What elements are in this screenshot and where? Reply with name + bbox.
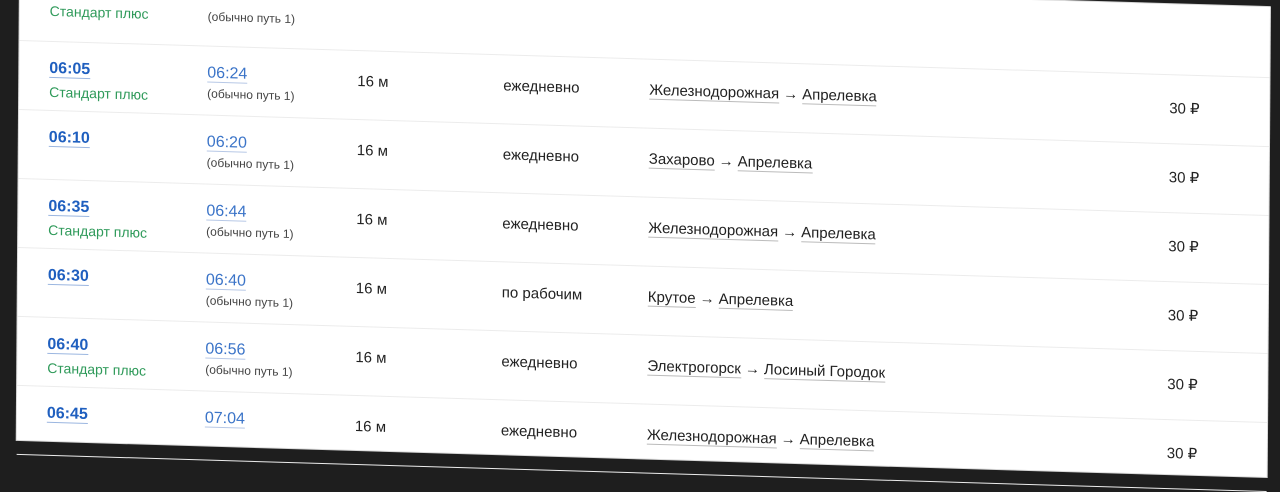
route-arrow: → [744, 360, 760, 378]
days-cell: ежедневно [502, 146, 580, 166]
train-type-label: Стандарт плюс [49, 83, 149, 103]
departure-time-link[interactable]: 06:10 [48, 128, 90, 149]
schedule-table: Стандарт плюс (обычно путь 1) 06:05 Стан… [16, 0, 1270, 492]
route-to-link[interactable]: Апрелевка [802, 86, 877, 107]
train-type-label: Стандарт плюс [49, 2, 149, 22]
departure-time-link[interactable]: 06:45 [46, 404, 88, 425]
days-cell: ежедневно [503, 77, 580, 97]
days-cell: ежедневно [500, 422, 578, 442]
route-from-link[interactable]: Крутое [647, 288, 696, 309]
arrival-cell: 07:04 [204, 409, 246, 432]
route-to-link[interactable]: Апрелевка [801, 224, 876, 245]
arrival-time-link[interactable]: 06:20 [206, 133, 247, 153]
route-arrow: → [782, 223, 798, 242]
departure-time-link[interactable]: 06:35 [48, 197, 90, 218]
route-to-link[interactable]: Апрелевка [799, 431, 875, 452]
price-cell: 30 ₽ [1168, 238, 1199, 256]
arrival-cell: 06:40 (обычно путь 1) [205, 271, 294, 311]
price-cell: 30 ₽ [1167, 307, 1199, 325]
duration-cell: 16 м [355, 279, 388, 298]
departure-cell: 06:10 [48, 128, 90, 154]
route-from-link[interactable]: Железнодорожная [649, 81, 780, 104]
train-type-label: Стандарт плюс [48, 221, 148, 241]
departure-cell: 06:30 [47, 266, 89, 292]
duration-cell: 16 м [354, 417, 387, 436]
duration-cell: 16 м [357, 73, 389, 91]
days-cell: ежедневно [501, 353, 578, 373]
arrival-time-link[interactable]: 06:24 [207, 64, 248, 84]
duration-cell: 16 м [355, 348, 387, 367]
arrival-time-link[interactable]: 06:40 [205, 271, 246, 291]
arrival-note-cell: (обычно путь 1) [208, 6, 295, 27]
departure-cell: 06:45 [46, 404, 88, 430]
arrival-cell: 06:20 (обычно путь 1) [206, 133, 295, 173]
route-cell: Железнодорожная → Апрелевка [646, 426, 875, 452]
departure-cell: 06:40 Стандарт плюс [47, 335, 147, 379]
route-to-link[interactable]: Апрелевка [737, 153, 813, 174]
days-cell: по рабочим [501, 284, 583, 304]
arrival-time-link[interactable]: 06:56 [205, 340, 246, 360]
route-arrow: → [783, 85, 799, 104]
route-arrow: → [718, 152, 734, 171]
route-cell: Захарово → Апрелевка [648, 150, 813, 174]
price-cell: 30 ₽ [1168, 169, 1200, 187]
departure-time-link[interactable]: 06:30 [47, 266, 89, 287]
route-from-link[interactable]: Захарово [648, 150, 715, 171]
departure-time-link[interactable]: 06:40 [47, 335, 89, 356]
route-from-link[interactable]: Железнодорожная [648, 219, 779, 242]
platform-note: (обычно путь 1) [206, 224, 294, 242]
route-cell: Железнодорожная → Апрелевка [649, 81, 877, 107]
platform-note: (обычно путь 1) [207, 9, 296, 27]
duration-cell: 16 м [356, 210, 388, 229]
route-arrow: → [780, 430, 796, 449]
departure-time-link[interactable]: 06:05 [49, 59, 91, 80]
train-type-label [47, 429, 88, 430]
route-cell: Железнодорожная → Апрелевка [648, 219, 876, 245]
days-cell: ежедневно [502, 215, 579, 235]
route-cell: Электрогорск → Лосиный Городок [647, 357, 886, 383]
route-arrow: → [699, 290, 715, 308]
route-to-link[interactable]: Апрелевка [718, 290, 794, 311]
arrival-cell: 06:24 (обычно путь 1) [207, 64, 295, 104]
price-cell: 30 ₽ [1167, 376, 1198, 394]
train-type-label [48, 291, 89, 292]
train-type-cell: Стандарт плюс [50, 0, 149, 22]
duration-cell: 16 м [356, 142, 389, 160]
price-cell: 30 ₽ [1166, 445, 1198, 463]
route-to-link[interactable]: Лосиный Городок [763, 361, 886, 383]
price-cell: 30 ₽ [1169, 100, 1200, 119]
departure-cell: 06:35 Стандарт плюс [48, 197, 148, 241]
platform-note: (обычно путь 1) [205, 362, 293, 380]
route-from-link[interactable]: Железнодорожная [646, 426, 777, 449]
platform-note [205, 431, 245, 432]
departure-cell: 06:05 Стандарт плюс [49, 59, 149, 103]
train-type-label [49, 153, 90, 154]
arrival-time-link[interactable]: 06:44 [206, 202, 247, 222]
train-type-label: Стандарт плюс [47, 359, 147, 379]
route-from-link[interactable]: Электрогорск [647, 357, 741, 379]
arrival-time-link[interactable]: 07:04 [204, 409, 246, 429]
arrival-cell: 06:56 (обычно путь 1) [205, 340, 293, 380]
arrival-cell: 06:44 (обычно путь 1) [206, 202, 294, 242]
route-cell: Крутое → Апрелевка [647, 288, 794, 311]
platform-note: (обычно путь 1) [206, 155, 295, 173]
platform-note: (обычно путь 1) [205, 293, 294, 311]
platform-note: (обычно путь 1) [207, 86, 295, 104]
